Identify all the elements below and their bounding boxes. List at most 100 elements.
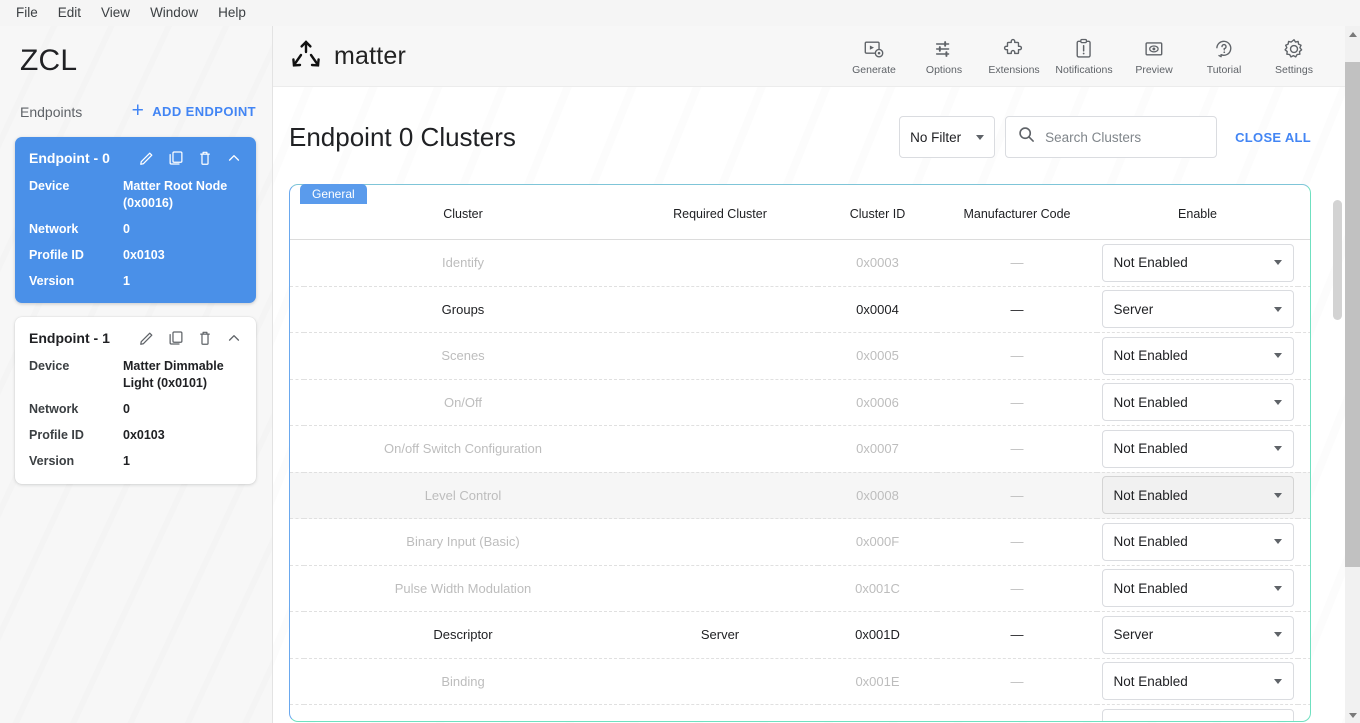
enable-value: Server xyxy=(1114,302,1154,317)
enable-dropdown[interactable]: Not Enabled xyxy=(1102,523,1294,561)
endpoint-profile-row: Profile ID0x0103 xyxy=(29,427,242,444)
toolbar-notifications[interactable]: Notifications xyxy=(1049,36,1119,76)
menu-view[interactable]: View xyxy=(93,3,138,23)
toolbar-options[interactable]: Options xyxy=(909,36,979,76)
cell-configure xyxy=(1298,426,1310,473)
duplicate-icon[interactable] xyxy=(168,150,184,166)
chevron-down-icon xyxy=(1274,493,1282,498)
enable-dropdown[interactable]: Not Enabled xyxy=(1102,476,1294,514)
cell-configure xyxy=(1298,612,1310,659)
table-row[interactable]: Pulse Width Modulation0x001C—Not Enabled xyxy=(290,565,1310,612)
endpoint-card-1[interactable]: Endpoint - 1DeviceMatter Dimmable Light … xyxy=(15,317,256,483)
cell-cluster-name: Pulse Width Modulation xyxy=(304,565,622,612)
tutorial-icon xyxy=(1213,38,1235,60)
menu-window[interactable]: Window xyxy=(142,3,206,23)
table-row[interactable]: Groups0x0004—Server xyxy=(290,286,1310,333)
endpoint-version-row: Version1 xyxy=(29,273,242,290)
table-row[interactable]: Level Control0x0008—Not Enabled xyxy=(290,472,1310,519)
duplicate-icon[interactable] xyxy=(168,330,184,346)
table-scrollbar-thumb[interactable] xyxy=(1333,200,1342,320)
cell-manufacturer-code: — xyxy=(937,240,1097,287)
window-scrollbar-thumb[interactable] xyxy=(1345,62,1360,567)
add-endpoint-label: ADD ENDPOINT xyxy=(152,104,256,119)
table-row[interactable]: Identify0x0003—Not Enabled xyxy=(290,240,1310,287)
chevron-down-icon xyxy=(976,135,984,140)
matter-logo-icon xyxy=(289,39,323,74)
edit-pencil-icon[interactable] xyxy=(139,150,155,166)
endpoint-network-row: Network0 xyxy=(29,221,242,238)
menu-edit[interactable]: Edit xyxy=(50,3,89,23)
cell-enable: Server xyxy=(1097,612,1298,659)
window-scrollbar[interactable] xyxy=(1345,26,1360,723)
tab-general[interactable]: General xyxy=(300,184,367,204)
column-header-configure: Configure xyxy=(1298,185,1310,240)
toolbar-tutorial[interactable]: Tutorial xyxy=(1189,36,1259,76)
endpoint-version-row: Version1 xyxy=(29,453,242,470)
notifications-icon xyxy=(1073,38,1095,60)
preview-icon xyxy=(1143,38,1165,60)
search-clusters-input[interactable]: Search Clusters xyxy=(1005,116,1217,158)
chevron-down-icon xyxy=(1274,307,1282,312)
filter-dropdown[interactable]: No Filter xyxy=(899,116,995,158)
delete-trash-icon[interactable] xyxy=(197,150,213,166)
enable-value: Server xyxy=(1114,627,1154,642)
menu-help[interactable]: Help xyxy=(210,3,254,23)
delete-trash-icon[interactable] xyxy=(197,330,213,346)
enable-dropdown[interactable]: Not Enabled xyxy=(1102,337,1294,375)
cell-manufacturer-code: — xyxy=(937,286,1097,333)
cell-enable: Not Enabled xyxy=(1097,240,1298,287)
enable-dropdown[interactable]: Server xyxy=(1102,616,1294,654)
toolbar-preview[interactable]: Preview xyxy=(1119,36,1189,76)
enable-dropdown[interactable]: Not Enabled xyxy=(1102,430,1294,468)
cell-cluster-id xyxy=(818,705,937,722)
enable-value: Not Enabled xyxy=(1114,348,1188,363)
cell-manufacturer-code: — xyxy=(937,379,1097,426)
cell-cluster-id: 0x001C xyxy=(818,565,937,612)
toolbar-notifications-label: Notifications xyxy=(1055,64,1112,76)
cell-manufacturer-code: — xyxy=(937,612,1097,659)
enable-dropdown[interactable]: Not Enabled xyxy=(1102,662,1294,700)
collapse-chevron-up-icon[interactable] xyxy=(226,330,242,346)
toolbar-extensions[interactable]: Extensions xyxy=(979,36,1049,76)
chevron-down-icon xyxy=(1274,446,1282,451)
version-label: Version xyxy=(29,273,123,290)
endpoint-device-row: DeviceMatter Dimmable Light (0x0101) xyxy=(29,358,242,392)
table-row[interactable]: Binding0x001E—Not Enabled xyxy=(290,658,1310,705)
collapse-chevron-up-icon[interactable] xyxy=(226,150,242,166)
endpoint-card-0[interactable]: Endpoint - 0DeviceMatter Root Node (0x00… xyxy=(15,137,256,303)
table-row[interactable]: DescriptorServer0x001D—Server xyxy=(290,612,1310,659)
close-all-button[interactable]: CLOSE ALL xyxy=(1235,130,1311,145)
table-row[interactable]: On/off Switch Configuration0x0007—Not En… xyxy=(290,426,1310,473)
cell-cluster-id: 0x0006 xyxy=(818,379,937,426)
enable-dropdown[interactable]: Not Enabled xyxy=(1102,383,1294,421)
enable-dropdown[interactable]: Not Enabled xyxy=(1102,569,1294,607)
table-row[interactable]: On/Off0x0006—Not Enabled xyxy=(290,379,1310,426)
chevron-down-icon xyxy=(1274,539,1282,544)
enable-dropdown[interactable]: Not Enabled xyxy=(1102,709,1294,721)
menu-file[interactable]: File xyxy=(8,3,46,23)
toolbar-settings[interactable]: Settings xyxy=(1259,36,1329,76)
enable-dropdown[interactable]: Not Enabled xyxy=(1102,244,1294,282)
scrollbar-up-arrow-icon[interactable] xyxy=(1345,26,1360,42)
chevron-up-icon[interactable] xyxy=(1264,184,1286,188)
cell-cluster-name: Binary Input (Basic) xyxy=(304,519,622,566)
enable-dropdown[interactable]: Server xyxy=(1102,290,1294,328)
generate-icon xyxy=(863,38,885,60)
edit-pencil-icon[interactable] xyxy=(139,330,155,346)
cell-required-cluster xyxy=(622,426,818,473)
cell-enable: Not Enabled xyxy=(1097,519,1298,566)
table-row[interactable]: Binary Input (Basic)0x000F—Not Enabled xyxy=(290,519,1310,566)
page-header: Endpoint 0 Clusters No Filter Search Clu… xyxy=(273,87,1345,165)
row-spacer xyxy=(290,519,304,566)
add-endpoint-button[interactable]: + ADD ENDPOINT xyxy=(132,100,256,123)
table-row[interactable]: Scenes0x0005—Not Enabled xyxy=(290,333,1310,380)
cell-configure xyxy=(1298,658,1310,705)
table-scrollbar[interactable] xyxy=(1333,175,1343,723)
cell-manufacturer-code: — xyxy=(937,658,1097,705)
cluster-table-scroll[interactable]: ClusterRequired ClusterCluster IDManufac… xyxy=(290,185,1310,721)
toolbar-generate[interactable]: Generate xyxy=(839,36,909,76)
scrollbar-down-arrow-icon[interactable] xyxy=(1345,707,1360,723)
row-spacer xyxy=(290,565,304,612)
cell-required-cluster xyxy=(622,658,818,705)
table-row[interactable]: Not Enabled xyxy=(290,705,1310,722)
